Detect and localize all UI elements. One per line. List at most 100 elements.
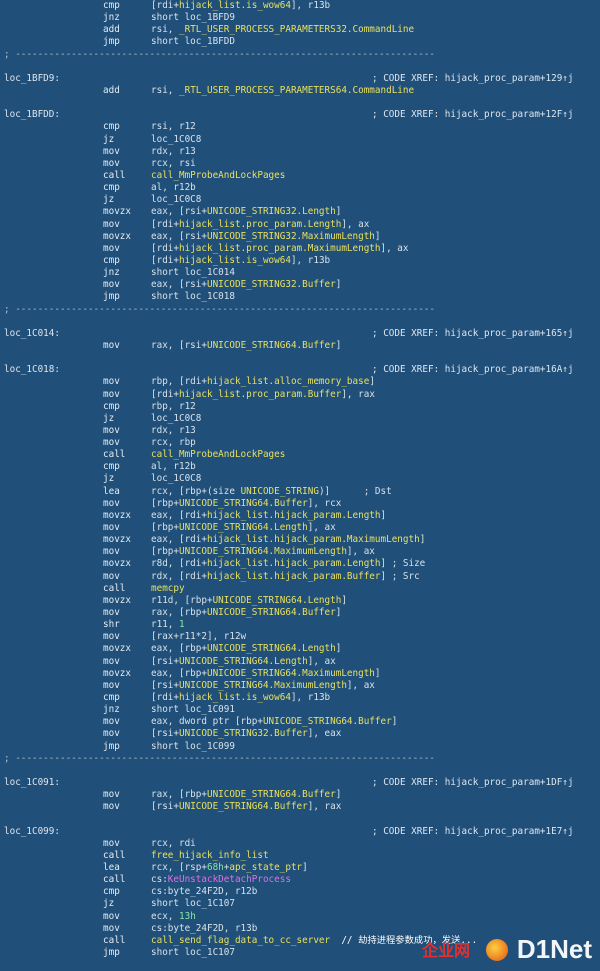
xref-comment[interactable]: ; CODE XREF: hijack_proc_param+1DF↑j — [372, 777, 574, 789]
operands: rcx, [rbp+(size UNICODE_STRING)] ; Dst — [151, 486, 392, 498]
operands: [rbp+UNICODE_STRING64.Buffer], rcx — [151, 498, 341, 510]
instruction-line: jz loc_1C0C8 — [0, 134, 600, 146]
operands: short loc_1BFD9 — [151, 12, 235, 24]
label-line: loc_1C014: ; CODE XREF: hijack_proc_param… — [0, 328, 600, 340]
mnemonic: shr — [103, 619, 120, 631]
watermark-logo-icon — [486, 939, 508, 961]
xref-comment[interactable]: ; CODE XREF: hijack_proc_param+1E7↑j — [372, 826, 574, 838]
instruction-line: mov [rbp+UNICODE_STRING64.Length], ax — [0, 522, 600, 534]
code-label[interactable]: loc_1C014: — [4, 328, 60, 340]
xref-comment[interactable]: ; CODE XREF: hijack_proc_param+165↑j — [372, 328, 574, 340]
operand-segment: loc_1C0C8 — [151, 473, 202, 485]
operand-segment: rbp, [rdi+ — [151, 376, 207, 388]
operand-segment: eax, [rsi+ — [151, 230, 207, 242]
operand-segment: ] — [419, 534, 426, 546]
operands: cs:KeUnstackDetachProcess — [151, 874, 291, 886]
operands: rdx, [rdi+hijack_list.hijack_param.Buffe… — [151, 571, 420, 583]
operand-segment: rcx, [rbp+(size — [151, 485, 241, 497]
operand-segment: eax, [rbp+ — [151, 667, 207, 679]
operands: al, r12b — [151, 182, 196, 194]
operand-segment: UNICODE_STRING64.Length — [212, 594, 342, 606]
mnemonic: call — [103, 169, 126, 181]
operand-segment: rsi, — [151, 84, 179, 96]
operands: eax, [rsi+UNICODE_STRING32.Length] — [151, 206, 341, 218]
instruction-line: mov rax, [rsi+UNICODE_STRING64.Buffer] — [0, 340, 600, 352]
operand-segment: ] — [374, 230, 381, 242]
operand-segment: ] — [335, 789, 342, 801]
instruction-line: movzx eax, [rsi+UNICODE_STRING32.MaximumL… — [0, 231, 600, 243]
mnemonic: mov — [103, 631, 120, 643]
code-label[interactable]: loc_1C018: — [4, 364, 60, 376]
operand-segment: ], ax — [307, 655, 336, 667]
instruction-line: movzx eax, [rsi+UNICODE_STRING32.Length] — [0, 206, 600, 218]
mnemonic: mov — [103, 570, 120, 582]
mnemonic: mov — [103, 522, 120, 534]
instruction-line: jmp short loc_1C099 — [0, 741, 600, 753]
mnemonic: lea — [103, 485, 120, 497]
operands: short loc_1C018 — [151, 291, 235, 303]
operand-segment: call_send_flag_data_to_cc_server — [151, 934, 331, 946]
operands: loc_1C0C8 — [151, 413, 201, 425]
operand-segment: UNICODE_STRING64.Length — [206, 643, 336, 655]
instruction-line: call call_MmProbeAndLockPages — [0, 449, 600, 461]
instruction-line: shr r11, 1 — [0, 619, 600, 631]
operand-segment: hijack_list.proc_param.MaximumLength — [179, 242, 381, 254]
operands: short loc_1C014 — [151, 267, 235, 279]
mnemonic: mov — [103, 279, 120, 291]
mnemonic: mov — [103, 388, 120, 400]
mnemonic: mov — [103, 789, 120, 801]
code-label[interactable]: loc_1BFD9: — [4, 73, 60, 85]
operand-segment: ] — [302, 861, 308, 873]
operands: short loc_1C107 — [151, 947, 235, 959]
instruction-line: jnz short loc_1C091 — [0, 704, 600, 716]
operand-segment: ], r13b — [290, 254, 331, 266]
separator: ; --------------------------------------… — [4, 752, 435, 764]
operand-segment: [rbp+ — [151, 497, 179, 509]
operand-segment: UNICODE_STRING64.Buffer — [206, 339, 336, 351]
operands: rsi, r12 — [151, 121, 196, 133]
instruction-line: cmp al, r12b — [0, 182, 600, 194]
operand-segment: hijack_list.hijack_param.Length — [206, 558, 381, 570]
instruction-line: movzx r8d, [rdi+hijack_list.hijack_param.… — [0, 558, 600, 570]
operands: loc_1C0C8 — [151, 473, 201, 485]
operand-segment: al, r12b — [151, 182, 196, 194]
label-line: loc_1BFDD: ; CODE XREF: hijack_proc_param… — [0, 109, 600, 121]
operand-segment: call_MmProbeAndLockPages — [151, 449, 286, 461]
operand-segment: KeUnstackDetachProcess — [167, 874, 291, 886]
operand-segment: rcx, [rsp+ — [151, 861, 207, 873]
mnemonic: jz — [103, 473, 115, 485]
xref-comment[interactable]: ; CODE XREF: hijack_proc_param+129↑j — [372, 73, 574, 85]
operands: rsi, _RTL_USER_PROCESS_PARAMETERS64.Comm… — [151, 85, 414, 97]
operands: short loc_1C099 — [151, 741, 235, 753]
separator-line: ; --------------------------------------… — [0, 49, 600, 61]
instruction-line: movzx eax, [rdi+hijack_list.hijack_param.… — [0, 534, 600, 546]
operand-segment: rax, [rbp+ — [151, 607, 207, 619]
mnemonic: jmp — [103, 946, 120, 958]
instruction-line: mov [rdi+hijack_list.proc_param.Length], … — [0, 219, 600, 231]
operands: loc_1C0C8 — [151, 134, 201, 146]
instruction-line: mov rbp, [rdi+hijack_list.alloc_memory_ba… — [0, 376, 600, 388]
instruction-line: mov ecx, 13h — [0, 911, 600, 923]
operand-segment: ] — [335, 643, 342, 655]
operand-segment: UNICODE_STRING64.Length — [179, 655, 308, 667]
code-label[interactable]: loc_1BFDD: — [4, 109, 60, 121]
label-line: loc_1C099: ; CODE XREF: hijack_proc_param… — [0, 826, 600, 838]
instruction-line: lea rcx, [rsp+68h+apc_state_ptr] — [0, 862, 600, 874]
operand-segment: UNICODE_STRING64.Buffer — [179, 497, 308, 509]
code-label[interactable]: loc_1C091: — [4, 777, 60, 789]
instruction-line: cmp [rdi+hijack_list.is_wow64], r13b — [0, 255, 600, 267]
operand-segment: loc_1C0C8 — [151, 412, 202, 424]
xref-comment[interactable]: ; CODE XREF: hijack_proc_param+16A↑j — [372, 364, 574, 376]
operand-segment: ] — [335, 279, 342, 291]
operand-segment: short loc_1C014 — [151, 267, 235, 279]
code-label[interactable]: loc_1C099: — [4, 826, 60, 838]
mnemonic: mov — [103, 339, 120, 351]
operand-segment: loc_1C0C8 — [151, 194, 202, 206]
xref-comment[interactable]: ; CODE XREF: hijack_proc_param+12F↑j — [372, 109, 574, 121]
operands: [rdi+hijack_list.is_wow64], r13b — [151, 0, 330, 12]
instruction-line: jz loc_1C0C8 — [0, 413, 600, 425]
operand-segment: hijack_list.proc_param.Length — [179, 218, 342, 230]
mnemonic: mov — [103, 655, 120, 667]
